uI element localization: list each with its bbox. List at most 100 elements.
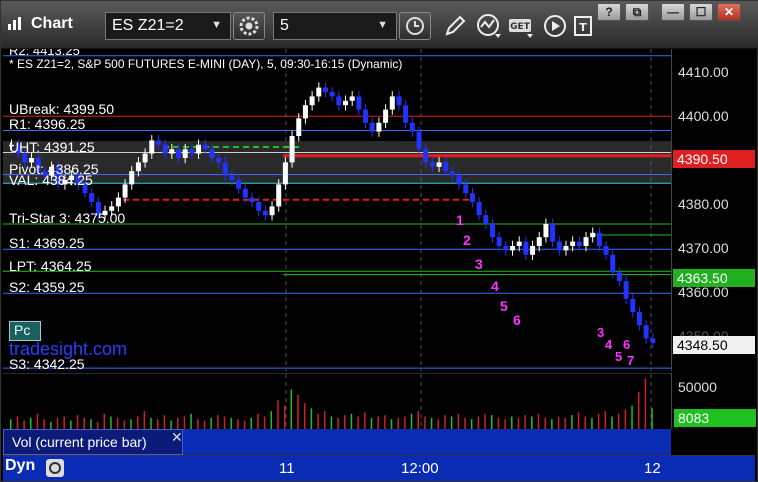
td-count-label: 1: [456, 212, 464, 228]
volume-bar: [511, 416, 513, 429]
volume-bar: [457, 413, 460, 429]
time-button[interactable]: [399, 12, 431, 40]
candle-body: [343, 100, 349, 106]
volume-bar: [96, 421, 99, 429]
volume-bar: [116, 417, 119, 429]
volume-bar: [537, 413, 540, 429]
candle-body: [236, 180, 242, 189]
time-axis[interactable]: 11 12:00 12: [3, 455, 755, 481]
level-label-tristar: Tri-Star 3: 4375.00: [9, 210, 126, 226]
volume-bar: [370, 417, 373, 429]
volume-bar: [323, 411, 326, 429]
candle-body: [576, 241, 582, 246]
volume-bar: [203, 420, 206, 429]
app-title: Chart: [31, 15, 73, 32]
close-button[interactable]: ✕: [717, 3, 741, 21]
chevron-down-icon[interactable]: ▼: [211, 19, 222, 31]
volume-bar: [591, 417, 593, 429]
volume-bar: [297, 394, 299, 429]
pc-badge[interactable]: Pc: [9, 321, 41, 341]
close-icon[interactable]: ✕: [171, 429, 183, 446]
candle-body: [429, 162, 435, 167]
symbol-input[interactable]: ES Z21=2 ▼: [105, 12, 231, 40]
td-count-label: 6: [513, 312, 521, 328]
candle-body: [476, 202, 482, 216]
chart-window: Chart ES Z21=2 ▼ 5 ▼ GET T ? ⧉ — ☐ ✕ 1 2…: [0, 0, 758, 482]
indicator-icon[interactable]: [475, 12, 503, 40]
candle-body: [176, 149, 182, 158]
volume-bar: [337, 417, 339, 429]
candle-body: [463, 184, 469, 194]
candle-body: [249, 197, 255, 202]
template-icon[interactable]: T: [571, 12, 599, 40]
volume-bar: [517, 417, 520, 429]
volume-bar: [444, 415, 446, 429]
detach-button[interactable]: ⧉: [625, 3, 649, 21]
get-data-icon[interactable]: GET: [507, 12, 535, 40]
volume-bar: [477, 416, 480, 429]
volume-bar: [390, 419, 393, 429]
candle-body: [483, 215, 489, 224]
candle-body: [122, 184, 128, 198]
settings-button[interactable]: [233, 12, 265, 40]
interval-value: 5: [280, 17, 289, 34]
volume-bar: [103, 413, 106, 429]
level-label-lpt: LPT: 4364.25: [9, 258, 92, 274]
volume-panel[interactable]: [3, 373, 671, 429]
candle-body: [610, 254, 616, 273]
price-chart[interactable]: 12345634567 * ES Z21=2, S&P 500 FUTURES …: [3, 49, 671, 371]
volume-tick: 50000: [678, 379, 717, 395]
candle-body: [229, 175, 235, 180]
volume-bar: [177, 417, 179, 429]
maximize-button[interactable]: ☐: [689, 3, 713, 21]
candle-body: [550, 224, 556, 242]
volume-bar: [484, 413, 486, 429]
price-axis[interactable]: 4410.00 4400.00 4380.00 4370.00 4360.00 …: [671, 49, 755, 371]
volume-bar: [557, 416, 560, 429]
candle-body: [149, 140, 155, 154]
candle-body: [469, 193, 475, 202]
candle-body: [363, 109, 369, 123]
interval-input[interactable]: 5 ▼: [273, 12, 397, 40]
help-button[interactable]: ?: [597, 3, 621, 21]
level-label-s1: S1: 4369.25: [9, 235, 85, 251]
volume-bar: [524, 415, 526, 429]
volume-bar: [123, 420, 126, 429]
volume-bar: [16, 416, 19, 429]
volume-bar: [76, 415, 79, 429]
candle-body: [510, 246, 516, 251]
volume-bar: [631, 405, 633, 429]
candle-body: [503, 246, 509, 251]
candle-body: [556, 241, 562, 251]
footer-dyn-label: Dyn: [5, 457, 36, 474]
candle-body: [523, 241, 529, 255]
candle-body: [356, 96, 362, 110]
lock-icon[interactable]: [45, 458, 65, 478]
play-icon[interactable]: [541, 12, 569, 40]
candle-body: [396, 96, 402, 106]
minimize-button[interactable]: —: [661, 3, 685, 21]
volume-bar: [317, 413, 319, 429]
volume-bar: [277, 400, 279, 429]
candle-body: [189, 149, 195, 154]
volume-bar: [571, 415, 573, 429]
chevron-down-icon[interactable]: ▼: [377, 19, 388, 31]
level-label-s2: S2: 4359.25: [9, 279, 85, 295]
volume-bar: [10, 419, 12, 429]
volume-study-tab[interactable]: Vol (current price bar): [3, 429, 183, 455]
volume-bar: [136, 416, 139, 429]
candle-body: [336, 96, 342, 106]
volume-bar: [384, 415, 386, 429]
volume-bar: [156, 419, 159, 429]
pencil-icon[interactable]: [441, 12, 469, 40]
volume-bar: [243, 420, 246, 429]
volume-bar: [237, 419, 239, 429]
volume-bar: [230, 417, 232, 429]
volume-bar: [577, 412, 580, 429]
volume-bar: [50, 421, 52, 429]
time-label: 12: [644, 460, 661, 477]
volume-bar: [170, 420, 172, 429]
td-count-label: 4: [605, 337, 613, 352]
volume-bar: [344, 415, 346, 429]
volume-bar: [330, 416, 333, 429]
